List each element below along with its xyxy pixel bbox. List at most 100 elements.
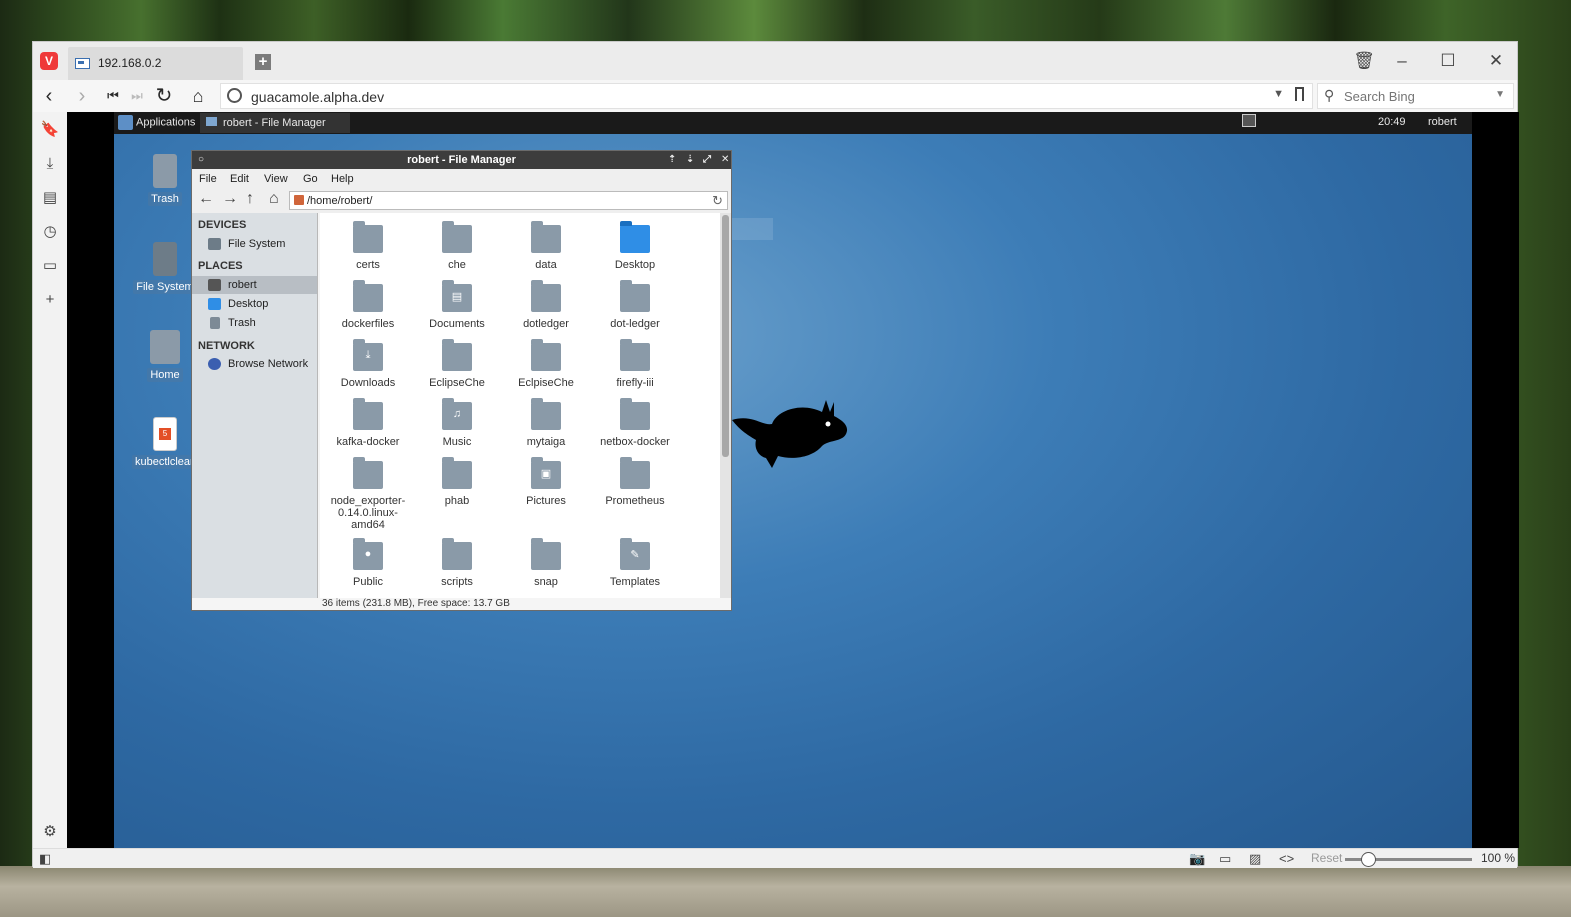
maximize-icon[interactable]: ⤢ (703, 151, 711, 169)
notes-panel-icon[interactable]: ▤ (40, 188, 60, 208)
downloads-panel-icon[interactable]: ⤓ (40, 154, 60, 174)
search-engine-dropdown-icon[interactable]: ▼ (1495, 89, 1505, 100)
desktop-icon-trash[interactable]: Trash (132, 154, 198, 209)
minimize-button[interactable]: – (1387, 50, 1417, 72)
file-item[interactable]: node_exporter-0.14.0.linux-amd64 (325, 457, 411, 531)
bookmarks-panel-icon[interactable]: 🔖 (40, 120, 60, 140)
sidebar-item-browse-network[interactable]: Browse Network (192, 355, 317, 373)
file-item-label: che (448, 259, 466, 271)
search-input[interactable] (1344, 87, 1494, 106)
desktop-icon-home[interactable]: Home (132, 330, 198, 385)
home-button[interactable]: ⌂ (186, 84, 210, 108)
file-item[interactable]: EclipseChe (414, 339, 500, 389)
file-item[interactable]: EclpiseChe (503, 339, 589, 389)
folder-icon (353, 221, 383, 253)
settings-gear-icon[interactable]: ⚙ (40, 822, 60, 842)
file-icon-view[interactable]: certs che data Desktop dockerfiles ▤ Documents… (320, 213, 720, 598)
capture-icon[interactable]: 📷 (1189, 851, 1205, 867)
file-item[interactable]: data (503, 221, 589, 271)
vertical-scrollbar[interactable] (720, 213, 731, 598)
search-field[interactable]: ⚲ ▼ (1317, 83, 1514, 109)
add-panel-icon[interactable]: + (40, 290, 60, 310)
file-item[interactable]: firefly-iii (592, 339, 678, 389)
remote-desktop-view[interactable]: Applications robert - File Manager 20:49… (67, 112, 1519, 848)
scrollbar-thumb[interactable] (722, 215, 729, 457)
file-item[interactable]: ▣ Pictures (503, 457, 589, 507)
sidebar-item-trash[interactable]: Trash (192, 314, 317, 332)
menu-view[interactable]: View (264, 173, 288, 185)
vivaldi-logo-icon[interactable]: V (40, 52, 58, 70)
zoom-slider-knob[interactable] (1361, 852, 1376, 867)
images-icon[interactable]: ▨ (1249, 851, 1261, 867)
url-field[interactable]: guacamole.alpha.dev ▼ (220, 83, 1313, 109)
file-item[interactable]: dotledger (503, 280, 589, 330)
file-item[interactable]: ♫ Music (414, 398, 500, 448)
menu-edit[interactable]: Edit (230, 173, 249, 185)
back-button[interactable]: ‹ (37, 84, 61, 108)
desktop-icon-kubectlclean[interactable]: 5 kubectlclean (132, 417, 198, 472)
window-menu-icon[interactable]: ○ (198, 151, 204, 169)
sidebar-item-desktop[interactable]: Desktop (192, 295, 317, 313)
reload-icon[interactable]: ↻ (712, 193, 723, 209)
file-item[interactable]: kafka-docker (325, 398, 411, 448)
menu-go[interactable]: Go (303, 173, 318, 185)
forward-arrow-icon[interactable]: → (222, 190, 238, 208)
file-item[interactable]: Desktop (592, 221, 678, 271)
file-item[interactable]: certs (325, 221, 411, 271)
tile-icon[interactable]: ▭ (1219, 851, 1231, 867)
panel-toggle-icon[interactable]: ◧ (39, 851, 51, 867)
back-arrow-icon[interactable]: ← (198, 190, 214, 208)
screen-tray-icon[interactable] (1242, 114, 1256, 127)
panel-clock[interactable]: 20:49 (1378, 116, 1406, 128)
folder-icon (620, 398, 650, 430)
window-panel-icon[interactable]: ▭ (40, 256, 60, 276)
fast-forward-button[interactable]: ⏭ (125, 84, 149, 108)
reload-button[interactable]: ↻ (152, 84, 176, 108)
folder-icon: ⤓ (353, 339, 383, 371)
home-icon[interactable]: ⌂ (269, 190, 279, 208)
menu-file[interactable]: File (199, 173, 217, 185)
taskbar-button-file-manager[interactable]: robert - File Manager (200, 113, 350, 133)
file-item[interactable]: che (414, 221, 500, 271)
file-item[interactable]: Prometheus (592, 457, 678, 507)
page-actions-icon[interactable]: <> (1279, 851, 1294, 866)
applications-menu[interactable]: Applications (118, 115, 195, 130)
file-item[interactable]: mytaiga (503, 398, 589, 448)
file-item[interactable]: ▤ Documents (414, 280, 500, 330)
file-item[interactable]: ✎ Templates (592, 538, 678, 588)
location-bar[interactable]: /home/robert/ ↻ (289, 191, 728, 210)
panel-user[interactable]: robert (1428, 116, 1457, 128)
file-item[interactable]: ● Public (325, 538, 411, 588)
file-manager-window[interactable]: ○ robert - File Manager ⇡ ⇣ ⤢ ✕ File Edi… (191, 150, 732, 611)
file-item[interactable]: snap (503, 538, 589, 588)
new-tab-button[interactable]: + (255, 54, 271, 70)
close-button[interactable]: ✕ (1481, 50, 1511, 72)
file-manager-titlebar[interactable]: ○ robert - File Manager ⇡ ⇣ ⤢ ✕ (192, 151, 731, 169)
menu-help[interactable]: Help (331, 173, 354, 185)
file-item[interactable]: dockerfiles (325, 280, 411, 330)
desktop-icon-file-system[interactable]: File System (132, 242, 198, 297)
sidebar-item-robert[interactable]: robert (192, 276, 317, 294)
sidebar-item-file-system[interactable]: File System (192, 235, 317, 253)
zoom-reset-button[interactable]: Reset (1311, 851, 1342, 865)
file-item[interactable]: dot-ledger (592, 280, 678, 330)
up-arrow-icon[interactable]: ↑ (246, 190, 254, 208)
file-item[interactable]: scripts (414, 538, 500, 588)
folder-icon: ▤ (442, 280, 472, 312)
url-dropdown-icon[interactable]: ▼ (1273, 88, 1284, 100)
sidebar-item-label: File System (228, 238, 286, 250)
close-icon[interactable]: ✕ (721, 151, 729, 169)
rewind-button[interactable]: ⏮ (101, 84, 125, 108)
file-item[interactable]: ⤓ Downloads (325, 339, 411, 389)
trash-icon[interactable]: 🗑 (1349, 50, 1379, 72)
maximize-button[interactable]: ☐ (1433, 50, 1463, 72)
file-item[interactable]: netbox-docker (592, 398, 678, 448)
history-panel-icon[interactable]: ◷ (40, 222, 60, 242)
browser-tab[interactable]: 192.168.0.2 (68, 47, 243, 80)
stick-icon[interactable]: ⇡ (668, 151, 676, 169)
forward-button[interactable]: › (70, 84, 94, 108)
xfce-desktop[interactable]: Applications robert - File Manager 20:49… (114, 112, 1472, 848)
file-item[interactable]: phab (414, 457, 500, 507)
minimize-icon[interactable]: ⇣ (686, 151, 694, 169)
bookmark-icon[interactable] (1295, 87, 1304, 101)
